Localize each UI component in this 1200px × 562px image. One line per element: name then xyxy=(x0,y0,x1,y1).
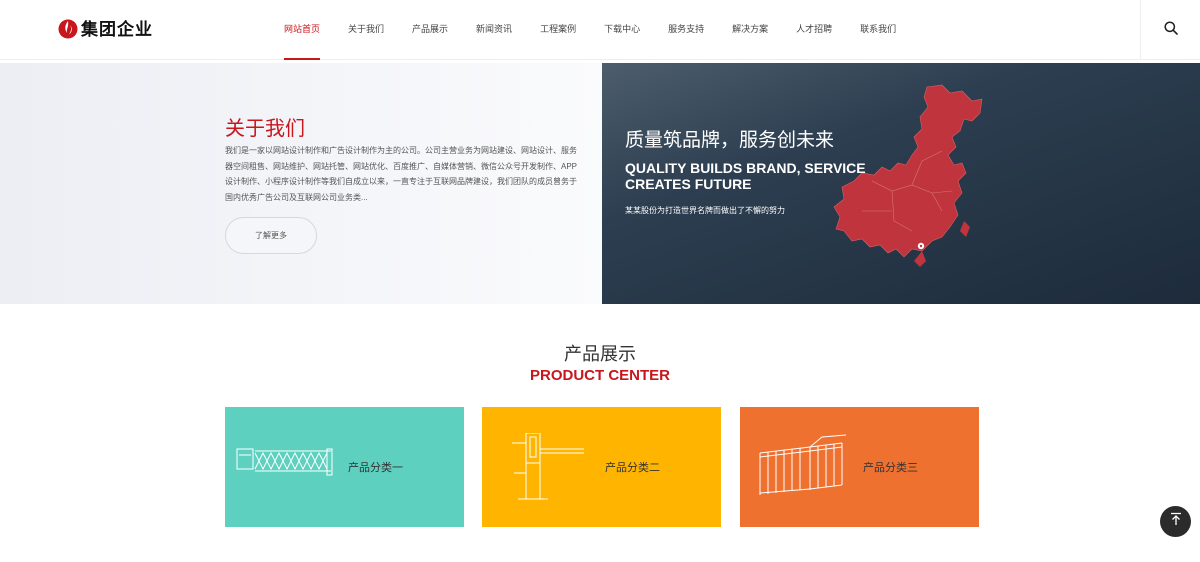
product-card-2-label: 产品分类二 xyxy=(605,462,660,474)
product-section-english-title: PRODUCT CENTER xyxy=(529,367,670,384)
nav-item-products[interactable]: 产品展示 xyxy=(398,0,462,60)
product-section-title: 产品展示 xyxy=(564,344,636,364)
barrier-gate-icon xyxy=(492,432,592,508)
main-nav: 网站首页 关于我们 产品展示 新闻资讯 工程案例 下载中心 服务支持 解决方案 … xyxy=(270,0,910,60)
banner-title: 质量筑品牌，服务创未来 xyxy=(625,130,835,151)
product-card-3[interactable]: 产品分类三 xyxy=(740,407,979,527)
nav-item-solutions[interactable]: 解决方案 xyxy=(718,0,782,60)
logo-text: 集团企业 xyxy=(81,20,153,39)
nav-item-about[interactable]: 关于我们 xyxy=(334,0,398,60)
brand-banner: 质量筑品牌，服务创未来 QUALITY BUILDS BRAND, SERVIC… xyxy=(602,63,1200,304)
nav-item-home[interactable]: 网站首页 xyxy=(270,0,334,60)
nav-item-downloads[interactable]: 下载中心 xyxy=(590,0,654,60)
product-card-3-label: 产品分类三 xyxy=(863,462,918,474)
nav-item-careers[interactable]: 人才招聘 xyxy=(782,0,846,60)
product-card-1[interactable]: 产品分类一 xyxy=(225,407,464,527)
search-icon xyxy=(1163,20,1178,40)
nav-item-contact[interactable]: 联系我们 xyxy=(846,0,910,60)
search-button[interactable] xyxy=(1140,0,1200,60)
about-title: 关于我们 xyxy=(225,118,305,140)
learn-more-button[interactable]: 了解更多 xyxy=(225,217,317,254)
flame-logo-icon xyxy=(58,16,78,40)
site-header: 集团企业 网站首页 关于我们 产品展示 新闻资讯 工程案例 下载中心 服务支持 … xyxy=(0,0,1200,60)
nav-item-cases[interactable]: 工程案例 xyxy=(526,0,590,60)
nav-item-news[interactable]: 新闻资讯 xyxy=(462,0,526,60)
logo[interactable]: 集团企业 xyxy=(58,15,153,40)
product-card-2[interactable]: 产品分类二 xyxy=(482,407,721,527)
retractable-gate-icon xyxy=(235,433,335,498)
banner-subtitle: 某某股份为打造世界名牌而做出了不懈的努力 xyxy=(625,206,785,215)
railing-fence-icon xyxy=(750,433,850,508)
product-card-1-label: 产品分类一 xyxy=(348,462,403,474)
back-to-top-icon xyxy=(1169,512,1183,531)
nav-item-support[interactable]: 服务支持 xyxy=(654,0,718,60)
back-to-top-button[interactable] xyxy=(1160,506,1191,537)
banner-english-title: QUALITY BUILDS BRAND, SERVICE CREATES FU… xyxy=(625,160,866,192)
about-text: 我们是一家以网站设计制作和广告设计制作为主的公司。公司主营业务为网站建设、网站设… xyxy=(225,146,578,202)
